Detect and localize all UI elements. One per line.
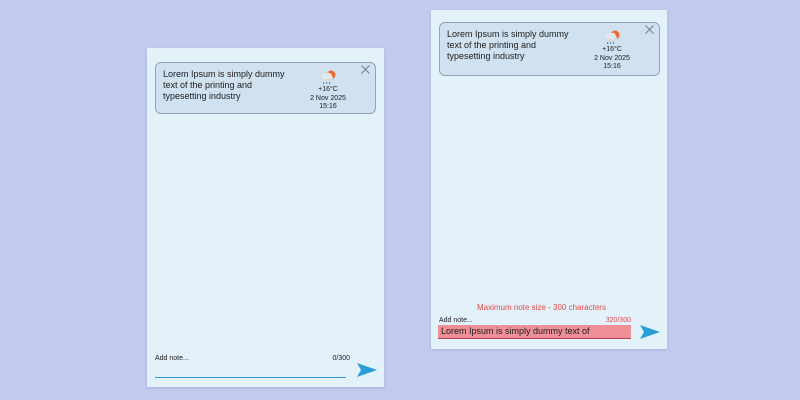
- note-date: 2 Nov 2025: [594, 54, 630, 62]
- close-icon[interactable]: [360, 64, 371, 75]
- note-card[interactable]: Lorem Ipsum is simply dummy text of the …: [439, 22, 660, 76]
- note-card[interactable]: Lorem Ipsum is simply dummy text of the …: [155, 62, 376, 114]
- note-input-field[interactable]: Lorem Ipsum is simply dummy text of: [438, 325, 631, 339]
- note-temperature: +16°C: [602, 46, 622, 53]
- notes-screen-overflow: Lorem Ipsum is simply dummy text of the …: [431, 10, 667, 349]
- note-date: 2 Nov 2025: [310, 94, 346, 102]
- max-size-warning: Maximum note size - 300 characters: [477, 303, 606, 312]
- note-input-underline[interactable]: [155, 377, 346, 378]
- note-temperature: +16°C: [318, 86, 338, 93]
- cloud-sun-rain-icon: [605, 30, 620, 45]
- character-counter: 320/300: [605, 317, 631, 324]
- note-time: 15:16: [603, 63, 621, 70]
- character-counter: 0/300: [332, 355, 350, 362]
- note-weather: +16°C 2 Nov 2025 15:16: [580, 29, 644, 72]
- send-icon[interactable]: [640, 325, 660, 339]
- note-weather: +16°C 2 Nov 2025 15:16: [296, 69, 360, 112]
- note-input-placeholder[interactable]: Add note...: [155, 355, 189, 362]
- note-text: Lorem Ipsum is simply dummy text of the …: [447, 29, 569, 61]
- send-icon[interactable]: [357, 363, 377, 377]
- close-icon[interactable]: [644, 24, 655, 35]
- notes-screen-empty: Lorem Ipsum is simply dummy text of the …: [147, 48, 384, 387]
- cloud-sun-rain-icon: [321, 70, 336, 85]
- note-input-placeholder: Add note...: [439, 317, 473, 324]
- note-text: Lorem Ipsum is simply dummy text of the …: [163, 69, 285, 101]
- note-time: 15:16: [319, 103, 337, 110]
